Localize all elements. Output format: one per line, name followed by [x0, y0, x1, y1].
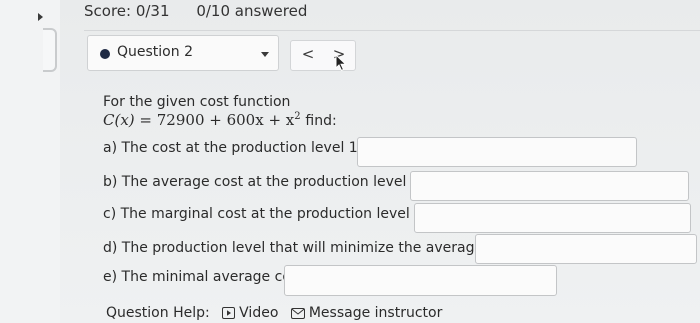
item-c-label: c) The marginal cost at the production l… [103, 206, 450, 222]
question-help: Question Help: Video Message instructor [106, 305, 442, 321]
panel-handle[interactable] [43, 28, 57, 72]
answer-input-d[interactable] [475, 234, 697, 264]
answer-input-c[interactable] [414, 203, 691, 233]
problem-intro: For the given cost function [103, 94, 291, 110]
function-rhs: 72900 + 600x + x [156, 111, 295, 129]
score-bar: Score: 0/31 0/10 answered [84, 2, 329, 20]
video-link-label: Video [239, 305, 279, 321]
mouse-pointer-icon [335, 54, 347, 72]
previous-question-button[interactable]: < [293, 45, 323, 63]
item-b-label: b) The average cost at the production le… [103, 174, 447, 190]
question-help-label: Question Help: [106, 305, 210, 321]
answered-text: 0/10 answered [196, 2, 308, 20]
message-instructor-label: Message instructor [308, 305, 443, 321]
find-text: find: [305, 113, 337, 129]
item-a-label: a) The cost at the production level 1200 [103, 140, 385, 156]
chevron-down-icon [261, 52, 269, 57]
function-exponent: 2 [294, 111, 301, 122]
item-e-label: e) The minimal average cost [103, 269, 304, 285]
divider [84, 30, 700, 31]
expand-arrow-icon[interactable] [38, 13, 43, 21]
page: Score: 0/31 0/10 answered Question 2 < >… [0, 0, 700, 323]
item-d-label: d) The production level that will minimi… [103, 240, 517, 256]
score-text: Score: 0/31 [84, 2, 170, 20]
mail-icon [290, 308, 305, 319]
video-icon [222, 307, 236, 319]
left-panel [0, 0, 60, 323]
equals-sign: = [139, 111, 157, 129]
answer-input-e[interactable] [284, 265, 557, 296]
function-lhs: C(x) [103, 111, 135, 129]
cost-function: C(x) = 72900 + 600x + x2 find: [103, 111, 337, 129]
question-status-dot [100, 49, 110, 59]
message-instructor-link[interactable]: Message instructor [290, 305, 443, 321]
video-link[interactable]: Video [222, 305, 283, 321]
answer-input-b[interactable] [410, 171, 689, 201]
question-select[interactable]: Question 2 [87, 35, 279, 71]
answer-input-a[interactable] [357, 137, 637, 167]
question-select-label: Question 2 [117, 44, 193, 60]
